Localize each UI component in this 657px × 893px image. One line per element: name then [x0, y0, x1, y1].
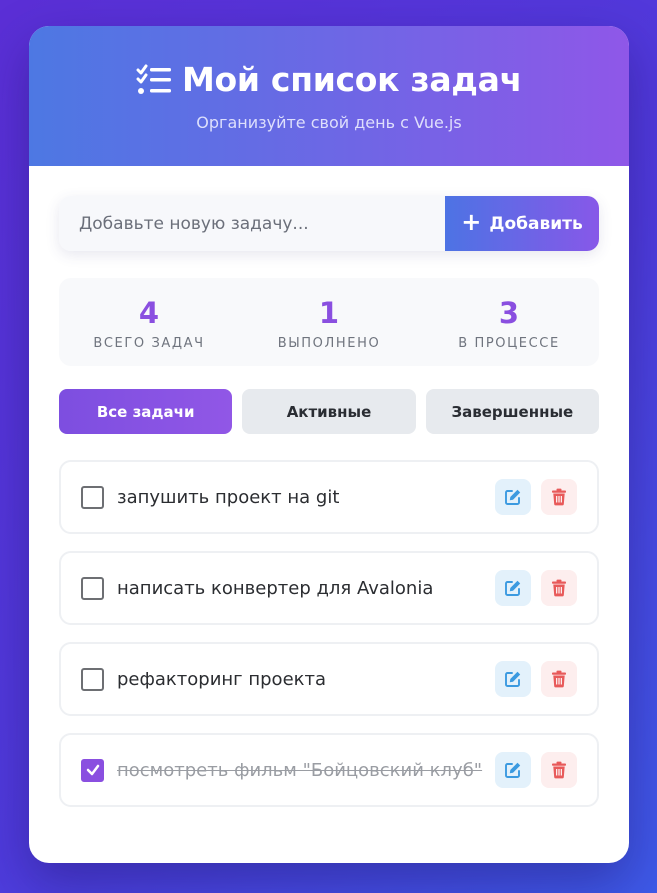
task-actions: [495, 570, 577, 606]
trash-icon: [552, 761, 566, 779]
edit-task-button[interactable]: [495, 752, 531, 788]
stat-completed-label: ВЫПОЛНЕНО: [277, 336, 381, 351]
task-actions: [495, 752, 577, 788]
check-icon: [86, 764, 99, 776]
trash-icon: [552, 670, 566, 688]
plus-icon: +: [461, 208, 482, 236]
task-list: запушить проект на git написать конверте…: [59, 460, 599, 824]
add-task-form: + Добавить: [59, 196, 599, 251]
task-text: написать конвертер для Avalonia: [117, 577, 434, 599]
task-text: посмотреть фильм "Бойцовский клуб": [117, 759, 483, 781]
delete-task-button[interactable]: [541, 752, 577, 788]
stat-total-label: ВСЕГО ЗАДАЧ: [93, 336, 205, 351]
todo-card: Мой список задач Организуйте свой день с…: [29, 26, 629, 863]
edit-icon: [505, 580, 521, 596]
task-list-icon: [136, 64, 172, 96]
delete-task-button[interactable]: [541, 479, 577, 515]
task-checkbox[interactable]: [81, 576, 104, 600]
task-item: запушить проект на git: [59, 460, 599, 534]
stat-in-progress-value: 3: [498, 296, 520, 330]
filter-active-button[interactable]: Активные: [242, 389, 416, 434]
stat-total-value: 4: [138, 296, 160, 330]
delete-task-button[interactable]: [541, 570, 577, 606]
filter-all-button[interactable]: Все задачи: [59, 389, 233, 434]
edit-icon: [505, 671, 521, 687]
title-row: Мой список задач: [29, 26, 629, 99]
task-checkbox[interactable]: [81, 485, 104, 509]
task-item: посмотреть фильм "Бойцовский клуб": [59, 733, 599, 807]
filter-tabs: Все задачи Активные Завершенные: [59, 389, 599, 434]
task-text: рефакторинг проекта: [117, 668, 327, 690]
task-item: рефакторинг проекта: [59, 642, 599, 716]
stat-in-progress-label: В ПРОЦЕССЕ: [458, 336, 560, 351]
trash-icon: [552, 488, 566, 506]
stat-in-progress: 3 В ПРОЦЕССЕ: [419, 278, 599, 366]
page-subtitle: Организуйте свой день с Vue.js: [196, 113, 462, 132]
header: Мой список задач Организуйте свой день с…: [29, 26, 629, 166]
add-button-label: Добавить: [489, 213, 583, 234]
edit-icon: [505, 762, 521, 778]
new-task-input[interactable]: [59, 196, 445, 251]
stat-completed-value: 1: [318, 296, 340, 330]
edit-task-button[interactable]: [495, 661, 531, 697]
task-actions: [495, 661, 577, 697]
stat-completed: 1 ВЫПОЛНЕНО: [239, 278, 419, 366]
task-text: запушить проект на git: [117, 486, 340, 508]
edit-task-button[interactable]: [495, 570, 531, 606]
stat-total: 4 ВСЕГО ЗАДАЧ: [59, 278, 239, 366]
edit-task-button[interactable]: [495, 479, 531, 515]
task-checkbox[interactable]: [81, 758, 104, 782]
edit-icon: [505, 489, 521, 505]
delete-task-button[interactable]: [541, 661, 577, 697]
trash-icon: [552, 579, 566, 597]
add-task-button[interactable]: + Добавить: [445, 196, 599, 251]
stats-panel: 4 ВСЕГО ЗАДАЧ 1 ВЫПОЛНЕНО 3 В ПРОЦЕССЕ: [59, 278, 599, 366]
filter-completed-button[interactable]: Завершенные: [425, 389, 599, 434]
task-actions: [495, 479, 577, 515]
task-checkbox[interactable]: [81, 667, 104, 691]
task-item: написать конвертер для Avalonia: [59, 551, 599, 625]
page-title: Мой список задач: [182, 60, 522, 99]
